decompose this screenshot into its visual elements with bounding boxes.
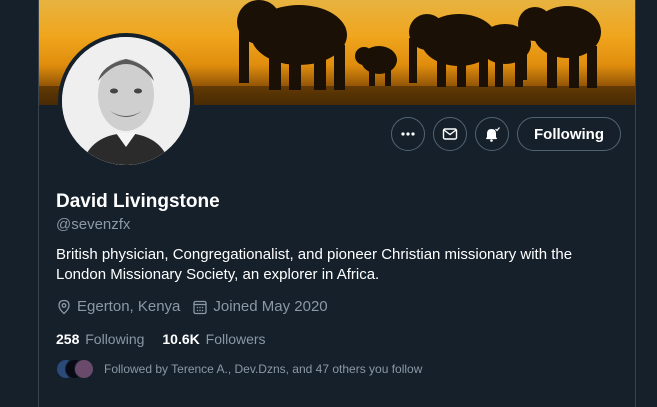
location-pin-icon: [58, 299, 70, 314]
followed-by-row[interactable]: Followed by Terence A., Dev.Dzns, and 47…: [56, 359, 422, 379]
notifications-button[interactable]: [475, 117, 510, 151]
bell-check-icon: [486, 127, 500, 142]
location-item: Egerton, Kenya: [56, 298, 180, 315]
profile-name: David Livingstone: [56, 191, 220, 212]
profile-column: Following David Livingstone @sevenzfx Br…: [38, 0, 636, 407]
portrait-image: [62, 37, 190, 165]
bio-line: London Missionary Society, an explorer i…: [56, 266, 380, 283]
bio-line: British physician, Congregationalist, an…: [56, 246, 573, 263]
profile-stats: 258 Following 10.6K Followers: [56, 331, 266, 347]
following-button[interactable]: Following: [517, 117, 621, 151]
profile-actions: Following: [391, 117, 621, 151]
joined-text: Joined May 2020: [213, 298, 328, 315]
profile-bio: British physician, Congregationalist, an…: [56, 245, 616, 285]
calendar-icon: [193, 300, 208, 314]
envelope-icon: [442, 128, 458, 140]
follower-avatar: [74, 359, 94, 379]
followers-stat-link[interactable]: 10.6K Followers: [162, 331, 265, 347]
profile-meta: Egerton, Kenya Joined May 2020: [56, 298, 328, 315]
more-button[interactable]: [391, 117, 426, 151]
following-stat-link[interactable]: 258 Following: [56, 331, 144, 347]
location-text: Egerton, Kenya: [77, 298, 181, 315]
joined-item: Joined May 2020: [192, 298, 328, 315]
following-count: 258: [56, 331, 80, 347]
followed-by-text: Followed by Terence A., Dev.Dzns, and 47…: [104, 362, 423, 376]
follower-avatars: [56, 359, 94, 379]
followers-label: Followers: [205, 331, 266, 347]
profile-handle: @sevenzfx: [56, 216, 131, 233]
profile-avatar[interactable]: [58, 33, 194, 169]
followers-count: 10.6K: [162, 331, 200, 347]
more-horizontal-icon: [401, 132, 415, 136]
message-button[interactable]: [433, 117, 468, 151]
following-label: Following: [85, 331, 145, 347]
